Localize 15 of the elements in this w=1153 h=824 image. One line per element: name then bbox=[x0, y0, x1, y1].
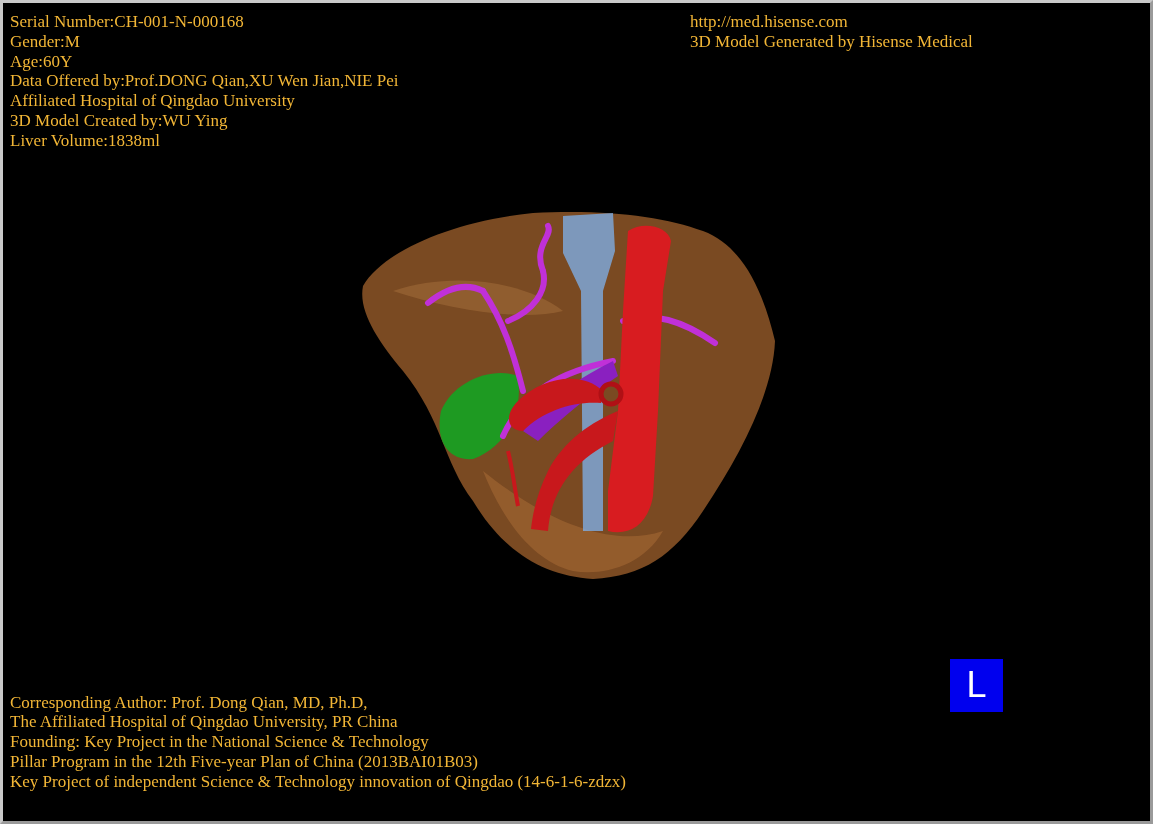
credit-text: The Affiliated Hospital of Qingdao University, PR China bbox=[10, 712, 399, 733]
info-text: http://med.hisense.com bbox=[690, 12, 849, 32]
orientation-marker: L bbox=[950, 658, 1003, 712]
info-text: Gender:M bbox=[10, 31, 81, 52]
credit-text: Corresponding Author: Prof. Dong Qian, MD, Ph.D, bbox=[10, 692, 369, 713]
info-text: 3D Model Generated by Hisense Medical bbox=[690, 31, 973, 52]
credit-text: Pillar Program in the 12th Five-year Plan of China (2013BAI01B03) bbox=[10, 751, 479, 772]
credit-text: Key Project of independent Science & Technology innovation of Qingdao (14-6-1-6-zdzx) bbox=[10, 771, 627, 792]
info-text: Serial Number:CH-001-N-000168 bbox=[10, 12, 245, 32]
info-text: Affiliated Hospital of Qingdao University bbox=[10, 91, 296, 111]
info-text: 3D Model Created by:WU Ying bbox=[10, 111, 229, 131]
info-text: Liver Volume:1838ml bbox=[10, 130, 161, 151]
info-text: Age:60Y bbox=[10, 51, 74, 72]
credit-text: Founding: Key Project in the National Science & Technology bbox=[10, 732, 430, 752]
info-text: Data Offered by:Prof.DONG Qian,XU Wen Jian,NIE Pei bbox=[10, 71, 400, 92]
